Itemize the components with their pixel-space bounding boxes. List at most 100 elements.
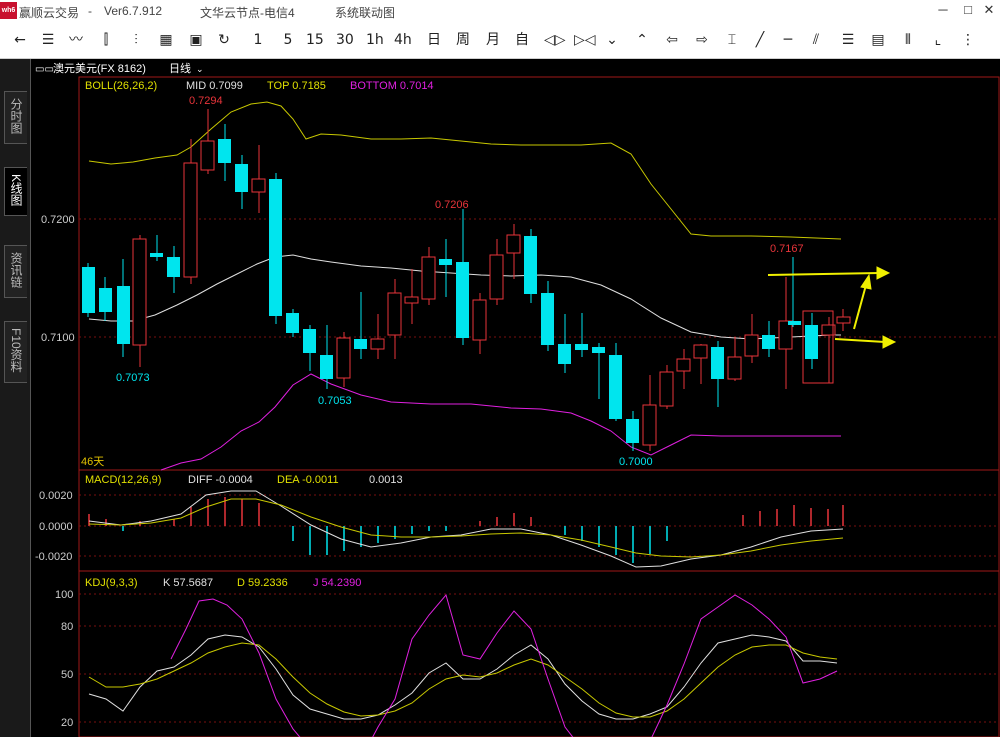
scroll-down-icon[interactable]: ⌄ — [604, 29, 620, 51]
candle-44 — [805, 325, 818, 359]
move-left-icon[interactable]: ⇦ — [664, 29, 680, 51]
period-4h[interactable]: 4h — [394, 29, 412, 51]
move-right-icon[interactable]: ⇨ — [694, 29, 710, 51]
tab-news[interactable]: 资讯链 — [4, 245, 27, 298]
candle-35 — [659, 371, 674, 407]
candle-2 — [99, 288, 112, 312]
tab-f10[interactable]: F10资料 — [4, 321, 27, 383]
minimize-icon[interactable]: ─ — [935, 2, 951, 18]
candle-icon[interactable]: ⫿ — [98, 29, 114, 51]
crosshair-icon[interactable]: ⌶ — [724, 29, 740, 51]
boll-name[interactable]: BOLL(26,26,2) — [85, 80, 157, 92]
close-icon[interactable]: ✕ — [981, 2, 997, 18]
candle-1 — [82, 267, 95, 313]
chart-menu-icon[interactable]: ▭▭ — [35, 64, 54, 75]
candle-9 — [218, 139, 231, 163]
kdj-name[interactable]: KDJ(9,3,3) — [85, 577, 138, 589]
hline-tool-icon[interactable]: ─ — [780, 29, 796, 51]
candle-16 — [336, 337, 351, 379]
kdj-k-line — [88, 634, 838, 720]
server-node[interactable]: 文华云节点-电信4 — [200, 4, 295, 21]
candle-42 — [778, 320, 793, 350]
line-tool-icon[interactable]: ╱ — [752, 29, 768, 51]
tab-kline-label: K线图 — [9, 174, 23, 207]
macd-dea-line — [88, 498, 844, 558]
symbol-name[interactable]: 澳元美元(FX 8162) — [53, 62, 146, 75]
axis-price-0710: 0.7100 — [41, 332, 75, 344]
fib-tool-icon[interactable]: ▤ — [870, 29, 886, 51]
candle-36 — [676, 358, 691, 372]
candle-38 — [711, 347, 724, 379]
zoom-out-icon[interactable]: ▷◁ — [574, 29, 596, 51]
parallel-tool-icon[interactable]: ⫽ — [808, 29, 824, 51]
period-30[interactable]: 30 — [336, 29, 354, 51]
tab-timeshare[interactable]: 分时图 — [4, 91, 27, 144]
channel-tool-icon[interactable]: ☰ — [840, 29, 856, 51]
period-custom[interactable]: 自 — [514, 29, 530, 51]
tab-news-label: 资讯链 — [9, 252, 23, 288]
volume-icon[interactable]: ⌞ — [930, 29, 946, 51]
candle-19 — [387, 292, 402, 336]
candle-5 — [150, 253, 163, 257]
candle-31 — [592, 347, 605, 353]
more-icon[interactable]: ⋮ — [960, 29, 976, 51]
tab-kline[interactable]: K线图 — [4, 167, 27, 217]
candle-29 — [558, 344, 571, 364]
indicator-icon[interactable]: ⫶ — [128, 29, 144, 51]
candle-24 — [472, 299, 487, 341]
candle-18 — [370, 338, 385, 350]
candle-11 — [251, 178, 266, 193]
axis-macd-0: 0.0000 — [39, 521, 73, 533]
timeshare-icon[interactable]: 〰 — [68, 29, 84, 51]
candle-46 — [836, 316, 851, 324]
save-icon[interactable]: ▣ — [188, 29, 204, 51]
candle-26 — [506, 234, 521, 254]
period-day[interactable]: 日 — [426, 29, 442, 51]
candle-30 — [575, 344, 588, 350]
sys-linkage[interactable]: 系统联动图 — [335, 4, 395, 21]
maximize-icon[interactable]: □ — [960, 2, 976, 18]
back-icon[interactable]: ← — [12, 29, 28, 51]
period-5[interactable]: 5 — [280, 29, 296, 51]
annot-high-1: 0.7294 — [189, 95, 223, 107]
chart-area[interactable]: ▭▭ 澳元美元(FX 8162) 日线 ⌄ BOLL(26,26,2) MID … — [31, 59, 1000, 737]
zoom-in-icon[interactable]: ◁▷ — [544, 29, 566, 51]
macd-dea-value: DEA -0.0011 — [277, 474, 339, 486]
candle-17 — [354, 339, 367, 349]
period-1[interactable]: 1 — [250, 29, 266, 51]
candle-22 — [439, 259, 452, 265]
kdj-k-value: K 57.5687 — [163, 577, 213, 589]
candles — [82, 109, 851, 451]
period-15[interactable]: 15 — [306, 29, 324, 51]
app-version: Ver6.7.912 — [104, 4, 163, 18]
candle-15 — [320, 355, 333, 379]
period-1h[interactable]: 1h — [366, 29, 384, 51]
candle-7 — [183, 162, 198, 278]
scroll-up-icon[interactable]: ⌃ — [634, 29, 650, 51]
boll-bottom-line — [160, 373, 841, 471]
candle-37 — [693, 344, 708, 359]
list-icon[interactable]: ☰ — [40, 29, 56, 51]
period-selector[interactable]: 日线 — [169, 61, 191, 75]
candle-41 — [762, 335, 775, 349]
arrow-diag-head — [860, 273, 872, 290]
table-icon[interactable]: ▦ — [158, 29, 174, 51]
candle-39 — [727, 356, 742, 380]
boll-mid-value: MID 0.7099 — [186, 80, 243, 92]
candle-8 — [200, 140, 215, 171]
period-month[interactable]: 月 — [485, 29, 501, 51]
axis-macd-020: 0.0020 — [39, 490, 73, 502]
arrow-diag-line — [853, 284, 867, 330]
candle-13 — [286, 313, 299, 333]
refresh-icon[interactable]: ↻ — [216, 29, 232, 51]
candle-33 — [626, 419, 639, 443]
macd-name[interactable]: MACD(12,26,9) — [85, 474, 161, 486]
candle-10 — [235, 164, 248, 192]
cycle-tool-icon[interactable]: ⦀ — [900, 29, 916, 51]
period-week[interactable]: 周 — [455, 29, 471, 51]
axis-macd-m020: -0.0020 — [35, 551, 72, 563]
candle-40 — [744, 334, 759, 357]
candle-43 — [788, 321, 801, 325]
period-dropdown-icon[interactable]: ⌄ — [196, 64, 204, 74]
candle-21 — [421, 256, 436, 300]
